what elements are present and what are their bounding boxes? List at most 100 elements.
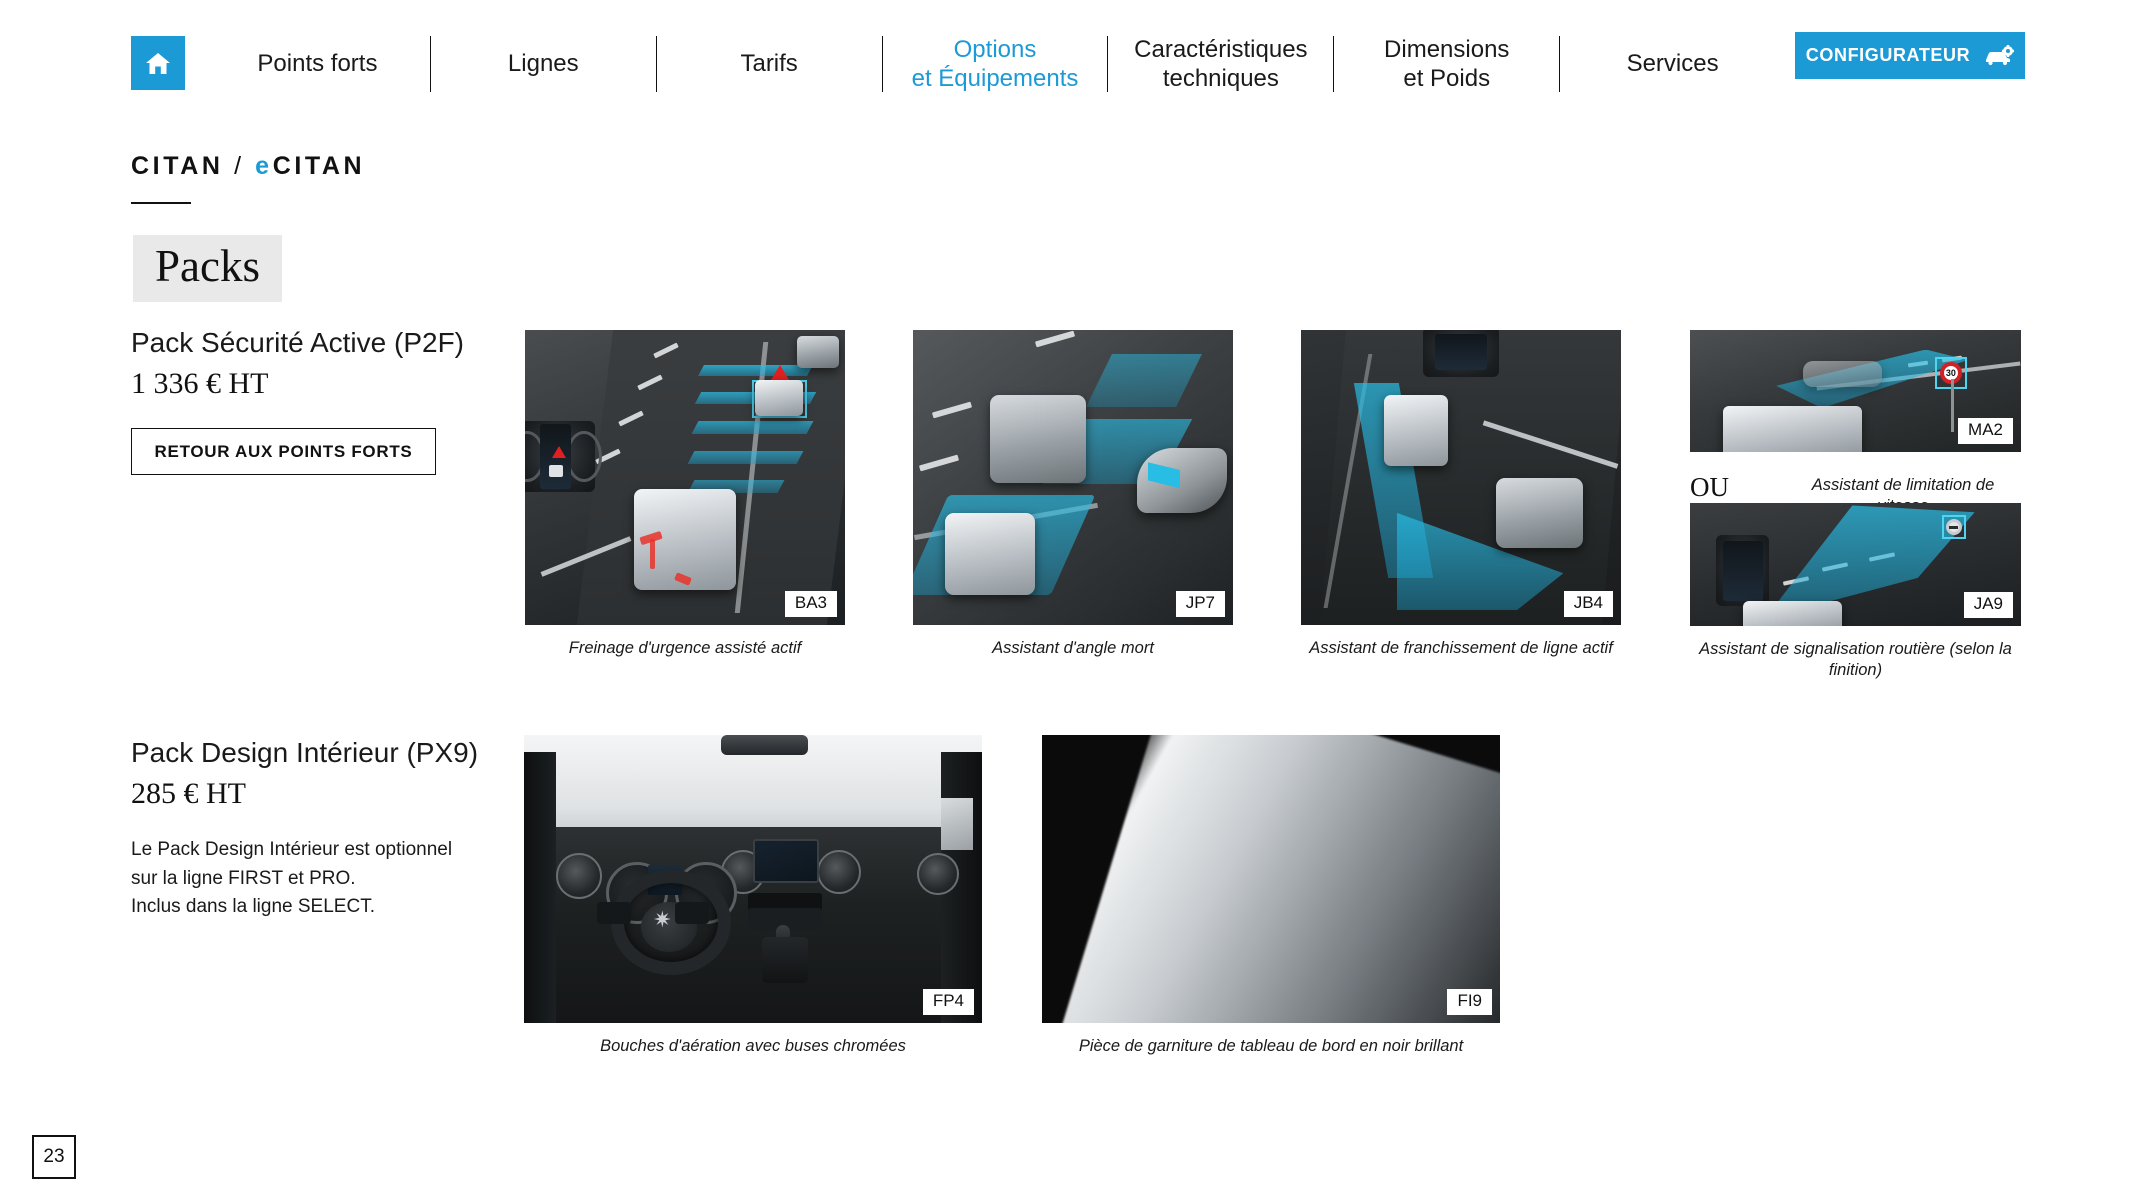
figure-fp4-image: ✷ FP4 <box>524 735 982 1023</box>
figure-caption: Assistant de franchissement de ligne act… <box>1309 639 1613 657</box>
radar-beam <box>687 450 804 464</box>
pack-description-line-2: sur la ligne FIRST et PRO. <box>131 867 356 889</box>
figure-caption: Freinage d'urgence assisté actif <box>568 639 802 657</box>
figure-fi9-image: FI9 <box>1042 735 1500 1023</box>
ego-vehicle <box>1723 405 1863 452</box>
back-to-highlights-button[interactable]: RETOUR AUX POINTS FORTS <box>131 428 436 476</box>
nav-item-points-forts[interactable]: Points forts <box>205 49 430 78</box>
warning-triangle-icon <box>771 365 790 381</box>
breadcrumb-accent: e <box>255 152 273 180</box>
interior-photo: ✷ <box>524 735 982 1023</box>
adjacent-vehicle <box>945 512 1035 596</box>
pack-description: Le Pack Design Intérieur est optionnel s… <box>131 836 491 922</box>
pack-security-info: Pack Sécurité Active (P2F) 1 336 € HT RE… <box>131 325 471 476</box>
instrument-cluster <box>525 421 602 493</box>
pack-description-line-3: Inclus dans la ligne SELECT. <box>131 896 375 918</box>
pack-price: 1 336 € HT <box>131 366 269 400</box>
center-console <box>762 936 808 983</box>
warning-triangle-icon <box>552 445 567 458</box>
nav-item-tarifs[interactable]: Tarifs <box>657 49 882 78</box>
oncoming-vehicle <box>1496 477 1583 549</box>
ego-vehicle <box>989 394 1086 484</box>
air-vent <box>917 853 960 896</box>
figure-ja9-image: JA9 <box>1690 503 2021 626</box>
breadcrumb-first: CITAN <box>131 152 224 180</box>
nav-item-line2: et Équipements <box>911 65 1079 92</box>
nav-item-dimensions-poids[interactable]: Dimensions et Poids <box>1334 35 1559 94</box>
top-navigation: Points forts Lignes Tarifs Options et Éq… <box>0 0 2133 92</box>
figure-caption: Pièce de garniture de tableau de bord en… <box>1078 1037 1464 1055</box>
lane-dash <box>1034 330 1075 348</box>
pack-price: 285 € HT <box>131 776 246 810</box>
figure-code: FP4 <box>922 989 974 1015</box>
breadcrumb-second: CITAN <box>272 152 366 180</box>
figure-ma2-image: 30 MA2 <box>1690 330 2021 452</box>
figure-fi9: FI9 Pièce de garniture de tableau de bor… <box>1042 735 1500 1057</box>
figure-fp4: ✷ FP4 Bouches d'aération avec buses chro… <box>524 735 982 1057</box>
figure-code: JA9 <box>1963 592 2013 618</box>
figure-jb4-image: JB4 <box>1301 330 1621 625</box>
ego-vehicle <box>1742 601 1843 626</box>
preceding-vehicle <box>1802 360 1882 388</box>
cluster-vehicle-icon <box>549 465 564 477</box>
steering-wheel-controls-right <box>675 902 710 925</box>
figure-code: JP7 <box>1175 591 1225 617</box>
gloss-black-trim-photo <box>1042 735 1500 1023</box>
radar-beam <box>698 365 813 377</box>
trim-highlight <box>1043 735 1500 1023</box>
figure-jb4: JB4 Assistant de franchissement de ligne… <box>1301 330 1621 659</box>
cluster-screen <box>1722 540 1764 601</box>
rearview-mirror <box>720 735 808 756</box>
nav-item-lignes[interactable]: Lignes <box>431 49 656 78</box>
sign-post <box>1951 378 1955 433</box>
figure-caption: Assistant d'angle mort <box>992 639 1154 657</box>
brochure-page: Points forts Lignes Tarifs Options et Éq… <box>0 0 2133 1200</box>
cluster-dial <box>566 431 602 483</box>
breadcrumb: CITAN / eCITAN <box>131 152 365 181</box>
configurator-label: CONFIGURATEUR <box>1805 45 1971 65</box>
road-scene <box>913 330 1233 625</box>
figure-ba3-image: BA3 <box>525 330 845 625</box>
figure-ja9: JA9 Assistant de signalisation routière … <box>1690 503 2021 682</box>
figure-code: BA3 <box>784 591 837 617</box>
sign-detection-box <box>1941 515 1966 540</box>
air-vent <box>817 850 862 895</box>
car-gear-icon <box>1984 44 2015 67</box>
figure-jp7-image: JP7 <box>913 330 1233 625</box>
figure-ba3: BA3 Freinage d'urgence assisté actif <box>525 330 845 659</box>
ego-vehicle <box>1384 394 1449 466</box>
home-button[interactable] <box>131 36 185 90</box>
figure-caption: Assistant de signalisation routière (sel… <box>1699 640 2012 680</box>
lane-dash <box>932 401 973 419</box>
side-window <box>940 798 973 851</box>
nav-item-line1: Dimensions <box>1384 35 1510 63</box>
road-scene <box>1301 330 1621 625</box>
radar-beam <box>691 421 814 435</box>
cluster-screen <box>1434 334 1488 371</box>
home-icon <box>144 49 172 77</box>
brake-indicator <box>649 539 655 569</box>
a-pillar-left <box>524 752 557 1023</box>
alternative-label: OU <box>1690 472 1729 502</box>
page-number: 23 <box>32 1135 76 1179</box>
figure-jp7: JP7 Assistant d'angle mort <box>913 330 1233 659</box>
nav-item-options-equipements[interactable]: Options et Équipements <box>883 35 1108 94</box>
figure-code: MA2 <box>1958 418 2013 444</box>
figure-code: FI9 <box>1447 989 1492 1015</box>
nav-item-caracteristiques-techniques[interactable]: Caractéristiques techniques <box>1108 35 1333 94</box>
nav-item-line2: et Poids <box>1403 65 1491 92</box>
road-scene <box>525 330 845 625</box>
nav-item-services[interactable]: Services <box>1560 49 1785 78</box>
mercedes-star-icon: ✷ <box>653 907 672 933</box>
mirror-warning-icon <box>1147 462 1181 489</box>
title-rule <box>131 202 191 204</box>
nav-item-line1: Options <box>953 35 1037 63</box>
lane-dash <box>919 454 960 472</box>
nav-items: Points forts Lignes Tarifs Options et Éq… <box>205 28 1785 100</box>
instrument-cluster <box>1716 534 1770 607</box>
side-mirror-inset <box>1137 448 1227 513</box>
figure-caption: Bouches d'aération avec buses chromées <box>600 1037 906 1055</box>
configurator-button[interactable]: CONFIGURATEUR <box>1795 32 2025 79</box>
page-title: Packs <box>133 235 282 302</box>
pack-design-info: Pack Design Intérieur (PX9) 285 € HT Le … <box>131 735 491 922</box>
